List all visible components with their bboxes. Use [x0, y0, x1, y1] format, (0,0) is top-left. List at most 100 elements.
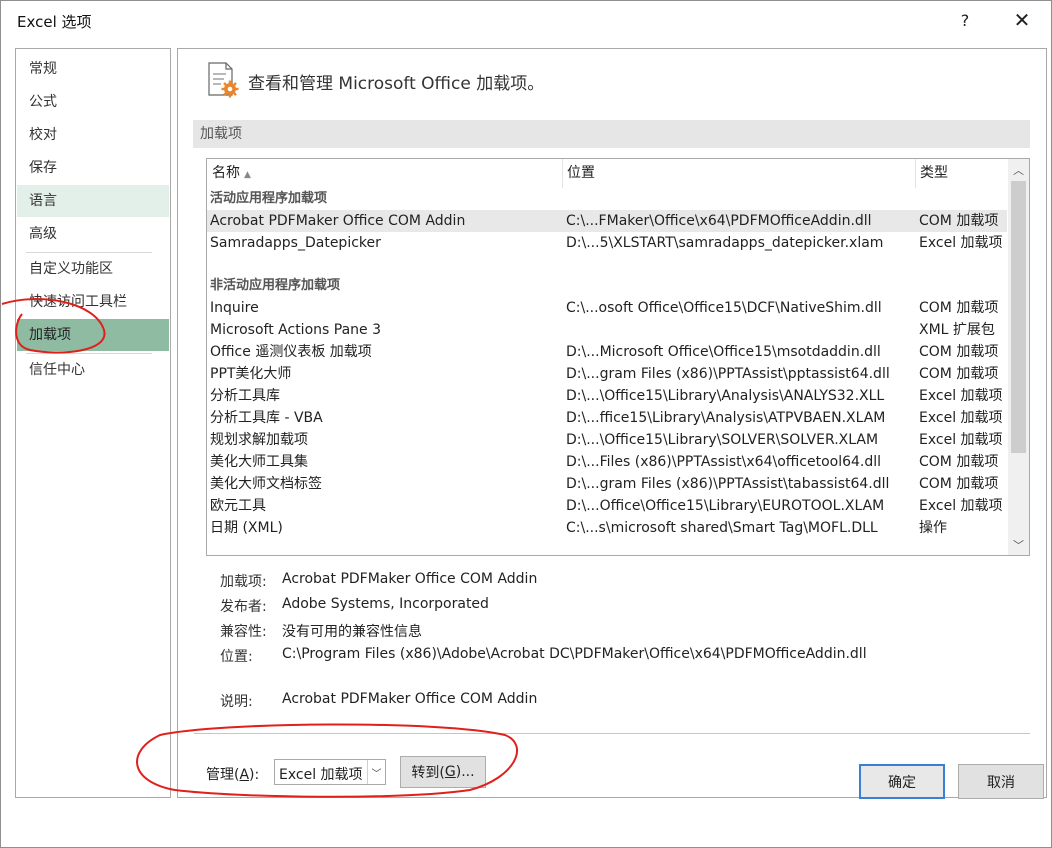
table-row[interactable]: Office 遥测仪表板 加载项 D:\...Microsoft Office\O… [207, 341, 1007, 363]
addins-panel: 查看和管理 Microsoft Office 加载项。 加载项 名称 ▲ 位置 类… [177, 48, 1047, 798]
cell-location: C:\...osoft Office\Office15\DCF\NativeSh… [566, 300, 882, 316]
sidebar-item-general[interactable]: 常规 [17, 53, 169, 85]
cell-type: Excel 加载项 [919, 388, 1003, 404]
chevron-down-icon[interactable]: ﹀ [367, 760, 385, 784]
cell-type: 操作 [919, 520, 947, 536]
cell-location: D:\...Files (x86)\PPTAssist\x64\officeto… [566, 454, 882, 470]
cell-name: 规划求解加载项 [210, 432, 308, 448]
help-button[interactable]: ? [949, 5, 981, 35]
table-row[interactable]: 规划求解加载项 D:\...\Office15\Library\SOLVER\SO… [207, 429, 1007, 451]
cell-name: Acrobat PDFMaker Office COM Addin [210, 213, 466, 229]
cell-location: C:\...s\microsoft shared\Smart Tag\MOFL.… [566, 520, 878, 536]
options-sidebar: 常规 公式 校对 保存 语言 高级 自定义功能区 快速访问工具栏 加载项 信任中… [15, 48, 171, 798]
detail-compat-value: 没有可用的兼容性信息 [282, 624, 422, 640]
table-row[interactable]: 美化大师文档标签 D:\...gram Files (x86)\PPTAssist… [207, 473, 1007, 495]
column-header-location[interactable]: 位置 [562, 159, 915, 188]
panel-divider [194, 733, 1030, 734]
cell-name: Samradapps_Datepicker [210, 235, 381, 251]
group-label: 非活动应用程序加载项 [210, 278, 341, 293]
cell-type: Excel 加载项 [919, 235, 1003, 251]
cell-type: COM 加载项 [919, 300, 999, 316]
sidebar-item-save[interactable]: 保存 [17, 152, 169, 184]
scroll-down-icon[interactable]: ﹀ [1008, 534, 1029, 555]
cell-type: COM 加载项 [919, 344, 999, 360]
cell-location: D:\...ffice15\Library\Analysis\ATPVBAEN.… [566, 410, 886, 426]
cell-name: Microsoft Actions Pane 3 [210, 322, 381, 338]
table-row[interactable]: PPT美化大师 D:\...gram Files (x86)\PPTAssist\… [207, 363, 1007, 385]
cell-name: 美化大师工具集 [210, 454, 308, 470]
manage-label: 管理(A): [206, 767, 260, 783]
cell-location: D:\...\Office15\Library\SOLVER\SOLVER.XL… [566, 432, 879, 448]
sidebar-item-formulas[interactable]: 公式 [17, 86, 169, 118]
table-row[interactable]: Microsoft Actions Pane 3 XML 扩展包 [207, 319, 1007, 341]
cell-name: 日期 (XML) [210, 520, 283, 536]
cell-name: Office 遥测仪表板 加载项 [210, 344, 372, 360]
cell-name: 分析工具库 - VBA [210, 410, 323, 426]
cell-location: C:\...FMaker\Office\x64\PDFMOfficeAddin.… [566, 213, 872, 229]
close-button[interactable]: ✕ [1006, 5, 1038, 35]
detail-publisher-value: Adobe Systems, Incorporated [282, 596, 489, 612]
addins-list[interactable]: 名称 ▲ 位置 类型 活动应用程序加载项 Acrobat PDFMaker Offi… [206, 158, 1030, 556]
sort-ascending-icon: ▲ [244, 170, 251, 180]
sidebar-item-trust-center[interactable]: 信任中心 [17, 354, 169, 386]
sidebar-item-addins[interactable]: 加载项 [17, 319, 169, 351]
vertical-scrollbar[interactable]: ︿ ﹀ [1008, 159, 1029, 555]
cell-type: COM 加载项 [919, 454, 999, 470]
cell-location: D:\...5\XLSTART\samradapps_datepicker.xl… [566, 235, 884, 251]
cell-name: PPT美化大师 [210, 366, 292, 382]
table-row[interactable]: 欧元工具 D:\...Office\Office15\Library\EUROTO… [207, 495, 1007, 517]
cell-name: 分析工具库 [210, 388, 280, 404]
cell-type: Excel 加载项 [919, 410, 1003, 426]
table-row[interactable]: Samradapps_Datepicker D:\...5\XLSTART\sam… [207, 232, 1007, 254]
list-header: 名称 ▲ 位置 类型 [207, 159, 1007, 188]
cell-location: D:\...gram Files (x86)\PPTAssist\pptassi… [566, 366, 890, 382]
sidebar-item-advanced[interactable]: 高级 [17, 218, 169, 250]
cell-type: COM 加载项 [919, 366, 999, 382]
cell-location: D:\...Office\Office15\Library\EUROTOOL.X… [566, 498, 885, 514]
title-bar: Excel 选项 ? ✕ [1, 1, 1051, 39]
goto-button[interactable]: 转到(G)... [400, 756, 486, 788]
detail-compat-label: 兼容性: [220, 624, 267, 640]
cell-location: D:\...gram Files (x86)\PPTAssist\tabassi… [566, 476, 890, 492]
detail-location-label: 位置: [220, 649, 253, 665]
manage-select-value: Excel 加载项 [279, 767, 363, 783]
group-header: 活动应用程序加载项 [207, 188, 1007, 210]
section-title: 加载项 [193, 120, 1030, 148]
table-row[interactable]: 日期 (XML) C:\...s\microsoft shared\Smart T… [207, 517, 1007, 539]
scrollbar-thumb[interactable] [1011, 181, 1026, 453]
sidebar-item-language[interactable]: 语言 [17, 185, 169, 217]
sidebar-item-quick-access-toolbar[interactable]: 快速访问工具栏 [17, 286, 169, 318]
scroll-up-icon[interactable]: ︿ [1008, 159, 1029, 180]
column-header-name[interactable]: 名称 ▲ [207, 159, 562, 188]
cell-type: XML 扩展包 [919, 322, 995, 338]
table-row[interactable]: Acrobat PDFMaker Office COM Addin C:\...F… [207, 210, 1007, 232]
cell-name: 欧元工具 [210, 498, 266, 514]
cell-type: Excel 加载项 [919, 432, 1003, 448]
table-row[interactable]: 分析工具库 D:\...\Office15\Library\Analysis\AN… [207, 385, 1007, 407]
column-header-type[interactable]: 类型 [915, 159, 1007, 188]
sidebar-item-customize-ribbon[interactable]: 自定义功能区 [17, 253, 169, 285]
detail-description-value: Acrobat PDFMaker Office COM Addin [282, 691, 538, 707]
cell-name: 美化大师文档标签 [210, 476, 322, 492]
group-header: 非活动应用程序加载项 [207, 275, 1007, 297]
sidebar-item-proofing[interactable]: 校对 [17, 119, 169, 151]
cell-location: D:\...\Office15\Library\Analysis\ANALYS3… [566, 388, 885, 404]
cell-type: COM 加载项 [919, 213, 999, 229]
cell-name: Inquire [210, 300, 259, 316]
table-row[interactable]: 美化大师工具集 D:\...Files (x86)\PPTAssist\x64\o… [207, 451, 1007, 473]
group-label: 活动应用程序加载项 [210, 191, 328, 206]
ok-button[interactable]: 确定 [859, 764, 945, 799]
cancel-button[interactable]: 取消 [958, 764, 1044, 799]
cell-location: D:\...Microsoft Office\Office15\msotdadd… [566, 344, 881, 360]
detail-addin-label: 加载项: [220, 574, 267, 590]
excel-options-dialog: Excel 选项 ? ✕ 常规 公式 校对 保存 语言 高级 自定义功能区 快速… [0, 0, 1052, 848]
detail-addin-value: Acrobat PDFMaker Office COM Addin [282, 571, 538, 587]
manage-addins-select[interactable]: Excel 加载项 ﹀ [274, 759, 386, 785]
cell-type: COM 加载项 [919, 476, 999, 492]
detail-description-label: 说明: [220, 694, 253, 710]
table-row[interactable]: Inquire C:\...osoft Office\Office15\DCF\N… [207, 297, 1007, 319]
table-row[interactable]: 分析工具库 - VBA D:\...ffice15\Library\Analysi… [207, 407, 1007, 429]
detail-location-value: C:\Program Files (x86)\Adobe\Acrobat DC\… [282, 646, 867, 662]
addins-gear-icon [208, 62, 239, 98]
detail-publisher-label: 发布者: [220, 599, 267, 615]
